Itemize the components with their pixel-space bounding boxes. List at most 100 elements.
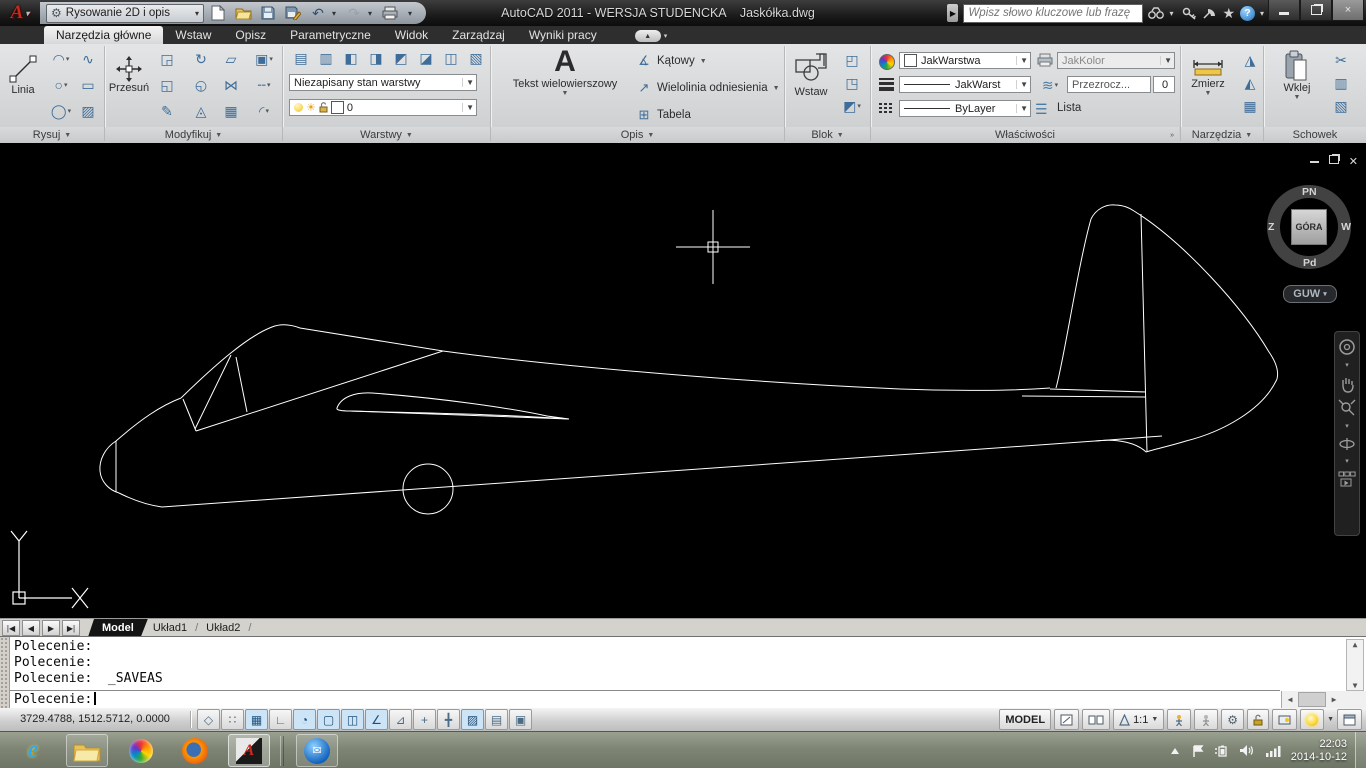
panel-label-wlasciwosci[interactable]: Właściwości» — [871, 127, 1179, 143]
command-vertical-scrollbar[interactable]: ▲ ▼ — [1346, 639, 1364, 691]
status-overflow-caret[interactable]: ▼ — [1327, 716, 1334, 723]
save-as-button[interactable] — [282, 3, 304, 23]
overlap-order-button[interactable]: ▣ ▾ — [247, 48, 281, 70]
network-icon[interactable] — [1265, 745, 1281, 757]
explode-button[interactable]: ◬ — [187, 100, 215, 122]
ribbon-tab-opisz[interactable]: Opisz — [223, 26, 278, 44]
scroll-left-arrow[interactable]: ◀ — [1282, 695, 1298, 704]
scroll-up-arrow[interactable]: ▲ — [1353, 640, 1358, 649]
annotation-autoscale-button[interactable] — [1194, 709, 1219, 730]
grid-toggle[interactable]: ▦ — [245, 709, 268, 730]
layer-dropdown[interactable]: ☀ 0 ▼ — [289, 99, 477, 116]
copy-button[interactable]: ◲ — [153, 48, 181, 70]
rotate-button[interactable]: ↻ — [187, 48, 215, 70]
pan-hand-icon[interactable] — [1339, 375, 1355, 393]
undo-button[interactable]: ↶ — [307, 3, 329, 23]
create-block-button[interactable]: ◰ — [839, 50, 865, 70]
snap-mode-toggle[interactable]: ◇ — [197, 709, 220, 730]
quick-properties-toggle[interactable]: ▤ — [485, 709, 508, 730]
taskbar-clock[interactable]: 22:03 2014-10-12 — [1291, 738, 1347, 764]
linetype-dropdown[interactable]: ByLayer ▼ — [899, 100, 1031, 117]
panel-label-warstwy[interactable]: Warstwy ▼ — [283, 127, 490, 143]
layer-walk-button[interactable]: ▧ — [464, 47, 488, 69]
rectangle-button[interactable]: ▭ — [76, 74, 100, 96]
redo-dropdown-caret[interactable]: ▾ — [368, 9, 376, 18]
ucs-guw-button[interactable]: GUW ▾ — [1283, 285, 1337, 303]
help-dropdown-caret[interactable]: ▾ — [1260, 9, 1268, 18]
steering-wheel-icon[interactable] — [1338, 338, 1356, 356]
layer-lock-button[interactable]: ◫ — [439, 47, 463, 69]
search-input[interactable] — [963, 3, 1144, 23]
panel-label-rysuj[interactable]: Rysuj ▼ — [0, 127, 104, 143]
quick-calculator-button[interactable]: ▦ — [1237, 96, 1263, 116]
panel-label-narzedzia[interactable]: Narzędzia ▼ — [1181, 127, 1263, 143]
status-bar-menu-button[interactable] — [1272, 709, 1298, 730]
chevron-down-icon[interactable]: ▾ — [1345, 458, 1349, 465]
object-color-dropdown[interactable]: JakWarstwa ▼ — [899, 52, 1031, 69]
favorites-star-icon[interactable]: ★ — [1222, 5, 1235, 22]
scroll-down-arrow[interactable]: ▼ — [1353, 681, 1358, 690]
transparency-field[interactable]: Przezrocz... — [1067, 76, 1151, 93]
panel-label-opis[interactable]: Opis ▼ — [491, 127, 784, 143]
layer-freeze-button[interactable]: ◩ — [389, 47, 413, 69]
ribbon-tab-narzędzia-główne[interactable]: Narzędzia główne — [44, 26, 164, 44]
taskbar-thunderbird-button[interactable]: ✉ — [296, 734, 338, 767]
drawing-restore-button[interactable] — [1328, 155, 1339, 168]
taskbar-internet-explorer-button[interactable]: e — [12, 734, 54, 767]
copy-clip-button[interactable]: ▥ — [1328, 73, 1354, 93]
panel-label-modyfikuj[interactable]: Modyfikuj ▼ — [105, 127, 282, 143]
volume-icon[interactable] — [1239, 744, 1255, 757]
tab-model[interactable]: Model — [88, 619, 148, 637]
plot-button[interactable] — [379, 3, 401, 23]
subscription-key-icon[interactable] — [1182, 7, 1197, 20]
grid-display-toggle[interactable]: ∷ — [221, 709, 244, 730]
stretch-button[interactable]: ▱ — [217, 48, 245, 70]
clean-screen-button[interactable] — [1337, 709, 1362, 730]
dynamic-input-toggle[interactable]: + — [413, 709, 436, 730]
battery-icon[interactable] — [1214, 745, 1229, 757]
orbit-icon[interactable] — [1338, 436, 1356, 452]
isolate-objects-button[interactable] — [1300, 709, 1325, 730]
search-expand-button[interactable]: ▶ — [947, 4, 959, 22]
new-file-button[interactable] — [207, 3, 229, 23]
layout-button[interactable] — [1054, 709, 1080, 730]
drawing-close-button[interactable]: ✕ — [1349, 155, 1358, 168]
workspace-switcher-dropdown[interactable]: ⚙ Rysowanie 2D i opis ▾ — [46, 3, 204, 23]
selection-cycling-toggle[interactable]: ▣ — [509, 709, 532, 730]
ribbon-minimize-caret[interactable]: ▾ — [664, 32, 668, 40]
zoom-icon[interactable] — [1338, 399, 1356, 417]
layer-match-button[interactable]: ▥ — [314, 47, 338, 69]
restore-button[interactable] — [1300, 0, 1332, 21]
layer-unisolate-button[interactable]: ◨ — [364, 47, 388, 69]
angular-dimension-button[interactable]: ∡ Kątowy ▼ — [636, 49, 780, 73]
layer-properties-button[interactable]: ▤ — [289, 47, 313, 69]
transparency-display-toggle[interactable]: ▨ — [461, 709, 484, 730]
qat-customize-caret[interactable]: ▾ — [408, 9, 416, 18]
open-file-button[interactable] — [232, 3, 254, 23]
annotation-scale-button[interactable]: 1:1 ▼ — [1113, 709, 1165, 730]
viewcube-top-face[interactable]: GÓRA — [1291, 209, 1327, 245]
scroll-right-arrow[interactable]: ▶ — [1326, 695, 1342, 704]
viewcube-west[interactable]: Z — [1268, 221, 1274, 233]
ribbon-tab-zarządzaj[interactable]: Zarządzaj — [440, 26, 517, 44]
edit-attribute-button[interactable]: ◳ — [839, 73, 865, 93]
tab-layout1[interactable]: Układ1 — [139, 619, 201, 637]
drawing-minimize-button[interactable] — [1309, 155, 1319, 168]
polyline-button[interactable]: ∿ — [76, 48, 100, 70]
transparency-value[interactable]: 0 — [1153, 76, 1175, 93]
transparency-button[interactable]: ≋ ▾ — [1035, 74, 1065, 96]
taskbar-windows-explorer-button[interactable] — [66, 734, 108, 767]
lineweight-display-toggle[interactable]: ╋ — [437, 709, 460, 730]
table-button[interactable]: ⊞ Tabela — [636, 103, 780, 127]
panel-label-blok[interactable]: Blok ▼ — [785, 127, 870, 143]
3d-object-snap-toggle[interactable]: ◫ — [341, 709, 364, 730]
arc-button[interactable]: ◠ ▾ — [46, 48, 76, 70]
move-button[interactable]: Przesuń — [107, 48, 151, 124]
panel-expander-icon[interactable]: » — [1170, 132, 1174, 139]
multileader-button[interactable]: ↗ Wielolinia odniesienia ▼ — [636, 76, 780, 100]
last-layout-button[interactable]: ▶| — [62, 620, 80, 636]
layer-isolate-button[interactable]: ◧ — [339, 47, 363, 69]
command-history[interactable]: Polecenie: Polecenie: Polecenie: _SAVEAS — [14, 639, 1346, 689]
ribbon-minimize-button[interactable]: ▲ — [634, 30, 661, 42]
search-binoculars-icon[interactable] — [1148, 7, 1165, 19]
